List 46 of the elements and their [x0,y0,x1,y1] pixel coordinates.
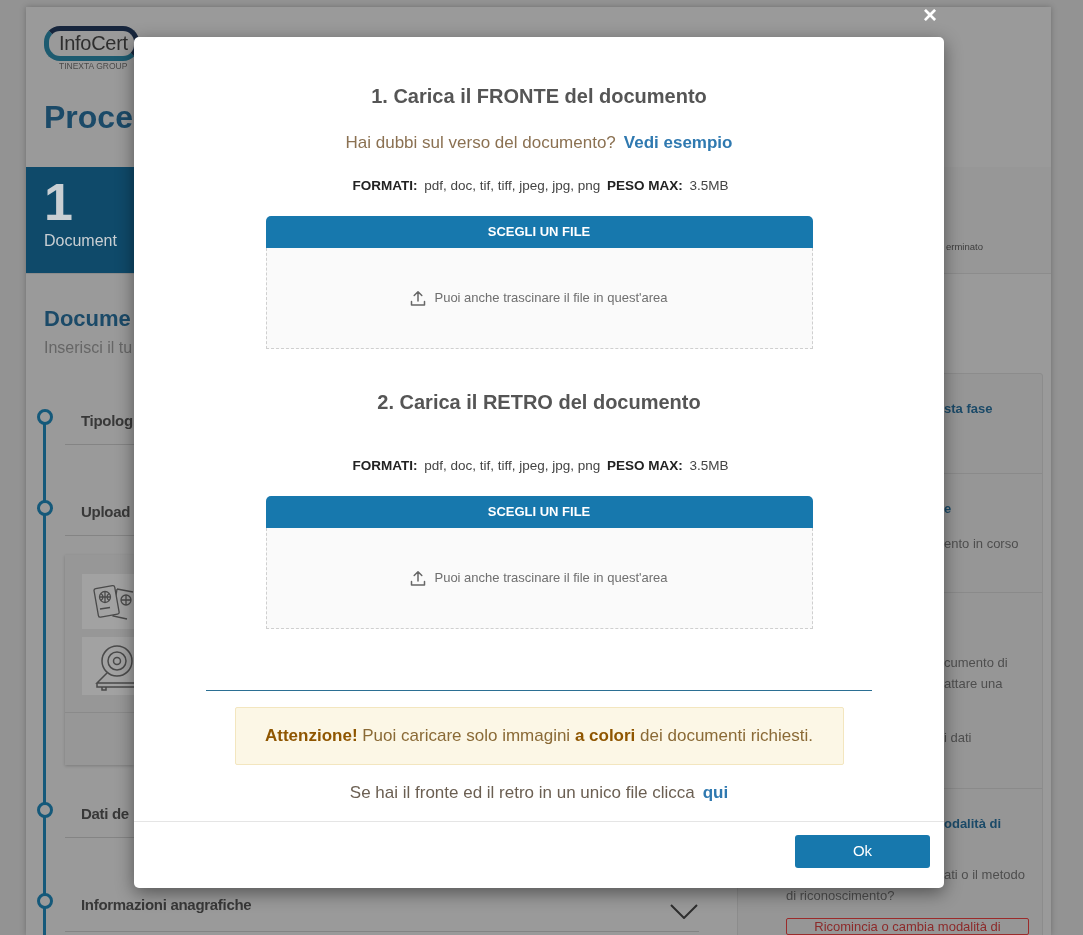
file-format-info: FORMATI: pdf, doc, tif, tiff, jpeg, jpg, png PESO MAX: 3.5MB [351,177,729,195]
sidebar-text: cumento di [944,653,1008,672]
timeline-node-icon [36,409,53,425]
file-drop-area[interactable]: Puoi anche trascinare il file in quest'area [265,248,813,349]
sidebar-heading: odalità di [944,814,1002,832]
sidebar-text: ento in corso [944,534,1019,553]
file-format-info: FORMATI: pdf, doc, tif, tiff, jpeg, jpg, png PESO MAX: 3.5MB [351,457,729,475]
section-title: Docume [44,305,131,333]
close-button[interactable]: × [923,4,937,26]
restart-button[interactable]: Ricomincia o cambia modalità di [786,918,1029,935]
timeline-step-label[interactable]: Dati de [81,803,129,825]
logo-tagline: TINEXTA GROUP [59,61,128,71]
upload-icon [410,290,427,306]
file-drop-area[interactable]: Puoi anche trascinare il file in quest'area [265,528,813,629]
upload-step-title: 1. Carica il FRONTE del documento [371,84,707,109]
here-link[interactable]: qui [702,783,729,802]
example-link[interactable]: Vedi esempio [623,133,733,152]
upload-icon [410,570,427,586]
drop-hint-text: Puoi anche trascinare il file in quest'area [434,289,668,308]
sidebar-text: ati o il metodo [944,865,1025,884]
upload-step-title: 2. Carica il RETRO del documento [377,390,701,415]
step-label: Document [44,231,118,251]
timeline-step-label[interactable]: Informazioni anagrafiche [81,894,252,916]
webcam-option-tile[interactable] [82,637,134,695]
choose-file-button[interactable]: SCEGLI UN FILE [265,216,813,248]
timeline-node-icon [36,500,53,516]
sidebar-heading: e [944,499,952,517]
timeline-node-icon [36,802,53,818]
document-option-tile[interactable] [82,574,134,629]
drop-hint-text: Puoi anche trascinare il file in quest'area [434,569,668,588]
timeline-step-label[interactable]: Upload [81,501,131,523]
sidebar-text: attare una [944,674,1003,693]
color-warning-alert: Attenzione! Puoi caricare solo immagini a colori dei documenti richiesti. [234,707,844,765]
single-file-text: Se hai il fronte ed il retro in un unico file clicca qui [349,782,729,804]
sidebar-heading: sta fase [944,399,993,417]
timeline-node-icon [36,893,53,909]
page-title: Proce [44,98,133,137]
step-number: 1 [44,175,74,228]
hint-text: Hai dubbi sul verso del documento? [345,133,616,152]
step-label: erminato [946,241,983,253]
choose-file-button[interactable]: SCEGLI UN FILE [265,496,813,528]
timeline-step-label[interactable]: Tipolog [81,410,133,432]
sidebar-text: di riconoscimento? [786,886,895,905]
chevron-down-icon[interactable] [670,903,698,919]
ok-button[interactable]: Ok [795,835,930,868]
sidebar-text: i dati [944,728,972,747]
